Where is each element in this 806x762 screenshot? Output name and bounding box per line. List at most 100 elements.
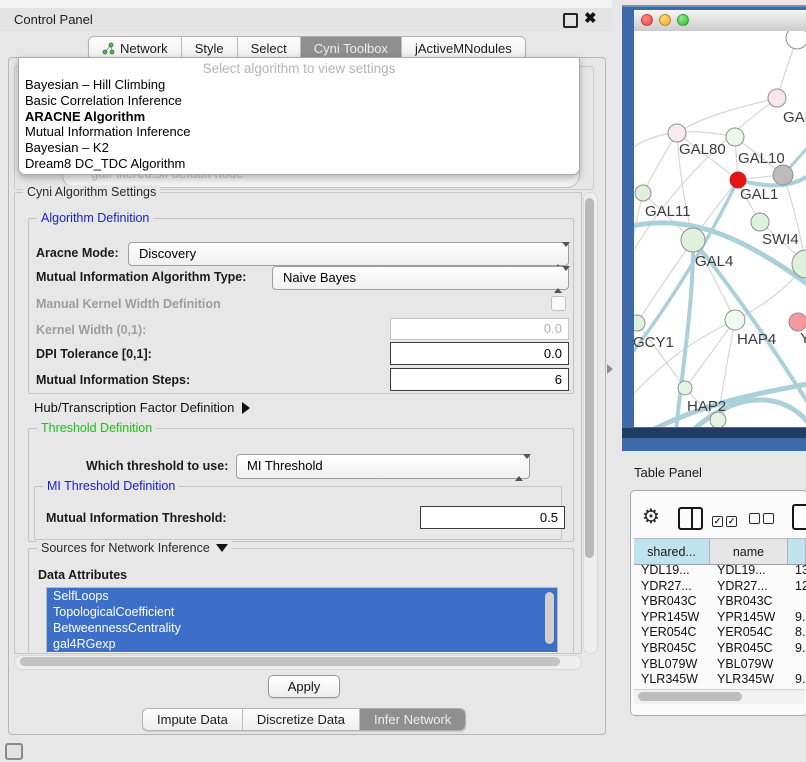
tab-style[interactable]: Style xyxy=(182,37,238,59)
tab-network[interactable]: Network xyxy=(89,37,182,59)
table-row[interactable]: YDL19... YDL19... 13 xyxy=(634,563,806,579)
node-hap2[interactable] xyxy=(678,381,692,395)
node-label: GAL11 xyxy=(645,203,691,220)
dropdown-item-highlighted[interactable]: ARACNE Algorithm xyxy=(23,109,575,125)
node-hap4[interactable] xyxy=(725,310,745,330)
node-gal80[interactable] xyxy=(668,124,686,142)
export-table-icon[interactable] xyxy=(792,504,806,530)
table-horizontal-scrollbar[interactable] xyxy=(634,689,805,704)
table-row[interactable]: YBR043C YBR043C xyxy=(634,594,806,610)
dropdown-item[interactable]: Basic Correlation Inference xyxy=(23,93,575,109)
table-panel-title: Table Panel xyxy=(634,465,702,480)
manual-kernel-checkbox[interactable] xyxy=(551,296,566,311)
settings-horizontal-scrollbar-thumb[interactable] xyxy=(20,657,560,666)
list-item[interactable]: BetweennessCentrality xyxy=(47,620,557,636)
dropdown-item[interactable]: Dream8 DC_TDC Algorithm xyxy=(23,156,575,172)
sources-legend[interactable]: Sources for Network Inference xyxy=(37,541,232,555)
node-gal4[interactable] xyxy=(681,228,705,252)
node-gray[interactable] xyxy=(773,165,793,185)
table-row[interactable]: YLR345W YLR345W 9. xyxy=(634,672,806,688)
node-label: GCY1 xyxy=(634,334,674,351)
algorithm-dropdown-popup: Select algorithm to view settings Bayesi… xyxy=(18,57,580,175)
settings-vertical-scrollbar-thumb[interactable] xyxy=(585,198,594,558)
node-y[interactable] xyxy=(789,313,806,331)
network-edges-teal xyxy=(634,143,806,427)
aracne-mode-select[interactable]: Discovery xyxy=(128,242,569,266)
list-item[interactable]: SelfLoops xyxy=(47,588,557,604)
mi-threshold-label: Mutual Information Threshold: xyxy=(46,511,227,525)
table-row[interactable]: YDR27... YDR27... 12 xyxy=(634,579,806,595)
node-label: HAP4 xyxy=(737,331,776,348)
deselect-all-columns-icon[interactable] xyxy=(749,511,777,529)
mi-steps-input[interactable]: 6 xyxy=(390,368,569,391)
dropdown-item[interactable]: Bayesian – K2 xyxy=(23,140,575,156)
aracne-mode-label: Aracne Mode: xyxy=(36,246,119,260)
column-header-partial[interactable] xyxy=(788,539,806,564)
table-row[interactable]: YBL079W YBL079W xyxy=(634,657,806,673)
select-all-columns-icon[interactable]: ✓✓ xyxy=(712,511,740,529)
cyni-settings-legend: Cyni Algorithm Settings xyxy=(23,185,160,199)
manual-kernel-label: Manual Kernel Width Definition xyxy=(36,297,221,311)
kernel-width-input[interactable]: 0.0 xyxy=(390,318,569,340)
which-threshold-select[interactable]: MI Threshold xyxy=(236,454,530,479)
tab-discretize-data[interactable]: Discretize Data xyxy=(243,709,360,730)
node-gal11[interactable] xyxy=(635,185,651,201)
hub-tf-expander-label: Hub/Transcription Factor Definition xyxy=(34,400,234,415)
tab-select[interactable]: Select xyxy=(238,37,301,59)
tab-network-label: Network xyxy=(120,41,168,56)
minimize-window-icon[interactable] xyxy=(659,14,671,26)
node-gal[interactable] xyxy=(768,89,786,107)
close-window-icon[interactable] xyxy=(641,14,653,26)
which-threshold-label: Which threshold to use: xyxy=(86,459,228,473)
network-window-bottom-edge xyxy=(622,428,806,438)
restore-panel-icon[interactable] xyxy=(5,743,23,760)
table-horizontal-scrollbar-thumb[interactable] xyxy=(638,692,742,701)
splitter-collapse-icon[interactable] xyxy=(607,364,613,374)
table-settings-gear-icon[interactable]: ⚙ xyxy=(642,504,660,529)
node-gcy1[interactable] xyxy=(634,315,645,331)
dpi-tolerance-input[interactable]: 0.0 xyxy=(390,342,569,365)
zoom-window-icon[interactable] xyxy=(677,14,689,26)
list-scrollbar[interactable] xyxy=(545,592,554,644)
node-label: GAL4 xyxy=(695,253,733,270)
settings-vertical-scrollbar[interactable] xyxy=(583,192,598,654)
mi-threshold-input[interactable]: 0.5 xyxy=(420,506,565,529)
data-attributes-label: Data Attributes xyxy=(38,568,127,582)
network-view-canvas[interactable]: GAL80 GAL10 GAL1 GAL11 SWI4 GAL4 HAP4 GC… xyxy=(634,31,806,427)
node[interactable] xyxy=(786,31,806,49)
float-panel-icon[interactable] xyxy=(563,13,578,28)
dropdown-item[interactable]: Mutual Information Inference xyxy=(23,124,575,140)
table-row[interactable]: YPR145W YPR145W 9. xyxy=(634,610,806,626)
close-panel-icon[interactable]: ✖ xyxy=(584,9,597,27)
network-window-titlebar[interactable] xyxy=(634,10,806,32)
mi-type-select[interactable]: Naive Bayes xyxy=(272,266,569,290)
apply-button[interactable]: Apply xyxy=(268,675,340,698)
hub-tf-expander[interactable]: Hub/Transcription Factor Definition xyxy=(34,400,250,415)
dropdown-item[interactable]: Bayesian – Hill Climbing xyxy=(23,77,575,93)
tab-infer-network[interactable]: Infer Network xyxy=(360,709,465,730)
tab-jactivemnodules[interactable]: jActiveMNodules xyxy=(402,37,525,59)
network-window-frame-highlight xyxy=(622,5,806,7)
node-label: GAL xyxy=(783,109,806,126)
control-panel-title: Control Panel xyxy=(14,12,93,27)
list-item[interactable]: TopologicalCoefficient xyxy=(47,604,557,620)
node-label: GAL10 xyxy=(738,150,785,167)
tab-impute-data[interactable]: Impute Data xyxy=(143,709,243,730)
table-row[interactable]: YER054C YER054C 8. xyxy=(634,625,806,641)
list-item[interactable]: gal4RGexp xyxy=(47,636,557,652)
column-header-shared-name[interactable]: shared... xyxy=(634,539,710,564)
node-gal10[interactable] xyxy=(726,128,744,146)
column-layout-icon[interactable] xyxy=(678,507,703,530)
tab-cyni-toolbox[interactable]: Cyni Toolbox xyxy=(301,37,402,59)
dpi-tolerance-label: DPI Tolerance [0,1]: xyxy=(36,347,152,361)
algorithm-definition-legend: Algorithm Definition xyxy=(37,211,153,225)
node-swi4[interactable] xyxy=(751,213,769,231)
stepper-arrows-icon xyxy=(515,459,523,477)
network-graph: GAL80 GAL10 GAL1 GAL11 SWI4 GAL4 HAP4 GC… xyxy=(634,31,806,427)
column-header-name[interactable]: name xyxy=(710,539,788,564)
node-label: GAL1 xyxy=(740,186,778,203)
data-attributes-list[interactable]: SelfLoops TopologicalCoefficient Between… xyxy=(46,587,558,654)
table-row[interactable]: YBR045C YBR045C 9. xyxy=(634,641,806,657)
settings-horizontal-scrollbar[interactable] xyxy=(14,655,582,670)
cyni-bottom-tabbar: Impute Data Discretize Data Infer Networ… xyxy=(142,708,466,731)
